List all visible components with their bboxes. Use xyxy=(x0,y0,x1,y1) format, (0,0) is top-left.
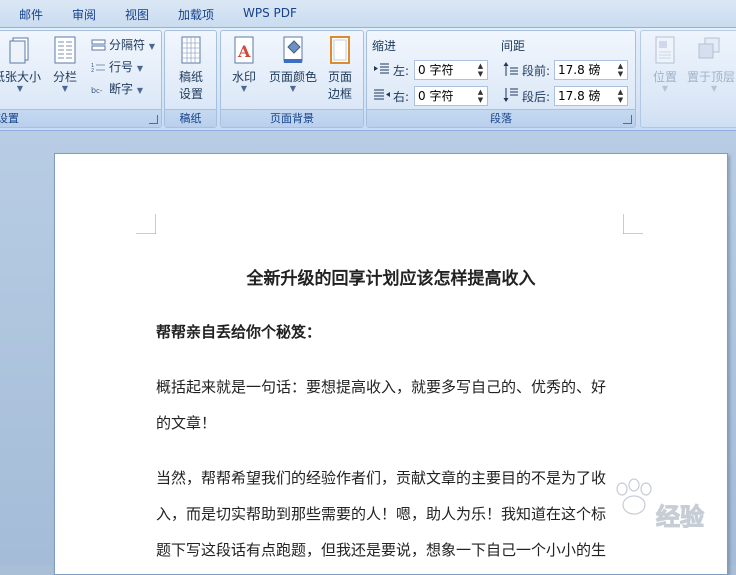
group-title-page-setup: 设置 xyxy=(0,109,161,127)
dialog-launcher-icon[interactable] xyxy=(623,115,632,124)
hyphenation-icon: b c- xyxy=(91,86,103,95)
bring-to-front-button[interactable]: 置于顶层 ▼ xyxy=(687,35,736,93)
spacing-after-field[interactable]: 17.8 磅 ▲ ▼ xyxy=(554,86,628,106)
page-border-label-2: 边框 xyxy=(327,87,352,101)
indent-right-value: 0 字符 xyxy=(418,89,454,103)
margin-corner-mark xyxy=(136,214,156,234)
spinner-icon[interactable]: ▲ ▼ xyxy=(616,62,625,78)
tab-review[interactable]: 审阅 xyxy=(72,6,96,23)
watermark-icon: A xyxy=(234,36,254,64)
separator-button[interactable]: 分隔符 ▼ xyxy=(91,36,155,53)
group-title-paragraph: 段落 xyxy=(367,109,635,127)
paragraph-line: 当然，帮帮希望我们的经验作者们，贡献文章的主要目的不是为了收 xyxy=(156,469,607,487)
group-page-background: A 水印 ▼ 页面颜色 ▼ 页面 边框 页面背景 xyxy=(220,30,364,128)
document-title: 全新升级的回享计划应该怎样提高收入 xyxy=(246,269,536,289)
line-numbers-icon: 12 xyxy=(91,63,105,73)
document-area: 全新升级的回享计划应该怎样提高收入 帮帮亲自丢给你个秘笈： 概括起来就是一句话：… xyxy=(0,131,736,575)
tab-mailings[interactable]: 邮件 xyxy=(19,6,43,23)
group-paragraph: 缩进 左: 0 字符 ▲ ▼ 右: 0 字符 ▲ ▼ 间距 段前: 17.8 磅 ▲… xyxy=(366,30,636,128)
line-numbers-label: 行号 xyxy=(109,60,134,74)
spacing-title: 间距 xyxy=(501,39,526,53)
line-numbers-button[interactable]: 1 2 行号 ▼ xyxy=(91,58,143,75)
indent-left-value: 0 字符 xyxy=(418,63,454,77)
spinner-icon[interactable]: ▲ ▼ xyxy=(616,88,625,104)
chevron-down-icon: ▼ xyxy=(136,86,143,95)
bring-to-front-icon xyxy=(698,37,720,59)
group-title-manuscript: 稿纸 xyxy=(165,109,216,127)
indent-right-label: 右: xyxy=(393,90,410,104)
chevron-down-icon: ▼ xyxy=(661,84,669,93)
group-page-setup: 纸张大小 ▼ 分栏 ▼ 分隔符 ▼ 12 行号 ▼ bc- 断字 ▼ 设置 xyxy=(0,30,162,128)
separator-icon xyxy=(91,39,106,51)
paper-size-button[interactable]: 纸张大小 ▼ xyxy=(0,35,41,93)
hyphenation-label: 断字 xyxy=(109,82,134,96)
page-border-icon xyxy=(330,36,350,64)
ribbon: 纸张大小 ▼ 分栏 ▼ 分隔符 ▼ 12 行号 ▼ bc- 断字 ▼ 设置 xyxy=(0,28,736,131)
group-manuscript: 稿纸 设置 稿纸 xyxy=(164,30,217,128)
chevron-down-icon: ▼ xyxy=(240,84,248,93)
indent-title: 缩进 xyxy=(372,39,397,53)
tab-view[interactable]: 视图 xyxy=(125,6,149,23)
paragraph-line: 入，而是切实帮助到那些需要的人！嗯，助人为乐！我知道在这个标 xyxy=(156,505,607,523)
indent-left-label: 左: xyxy=(393,64,410,78)
chevron-down-icon: ▼ xyxy=(711,84,718,93)
spacing-after-label: 段后: xyxy=(522,90,551,104)
svg-text:A: A xyxy=(237,42,251,61)
watermark-label: 水印 xyxy=(231,70,256,84)
hyphenation-button[interactable]: b c- 断字 ▼ xyxy=(91,80,143,97)
indent-right-field[interactable]: 0 字符 ▲ ▼ xyxy=(414,86,488,106)
manuscript-icon xyxy=(181,36,201,64)
svg-text:c-: c- xyxy=(96,87,103,95)
page-border-button[interactable]: 页面 边框 xyxy=(323,35,357,102)
ribbon-tab-bar: 邮件 审阅 视图 加载项 WPS PDF xyxy=(0,0,736,28)
margin-corner-mark xyxy=(623,214,643,234)
spacing-after-value: 17.8 磅 xyxy=(558,89,601,103)
chevron-down-icon: ▼ xyxy=(16,84,24,93)
group-arrange: 位置 ▼ 置于顶层 ▼ xyxy=(640,30,736,128)
svg-text:2: 2 xyxy=(91,68,94,73)
spacing-after-icon xyxy=(503,88,518,102)
spacing-before-icon xyxy=(503,62,518,76)
indent-right-icon xyxy=(374,89,390,100)
paragraph-line: 的文章！ xyxy=(156,414,217,432)
spinner-icon[interactable]: ▲ ▼ xyxy=(476,88,485,104)
tab-addins[interactable]: 加载项 xyxy=(178,6,214,23)
paragraph-line: 概括起来就是一句话：要想提高收入，就要多写自己的、优秀的、好 xyxy=(156,378,607,396)
chevron-down-icon: ▼ xyxy=(136,64,143,73)
page-color-button[interactable]: 页面颜色 ▼ xyxy=(265,35,321,93)
indent-left-icon xyxy=(374,63,389,74)
position-button[interactable]: 位置 ▼ xyxy=(645,35,685,93)
chevron-down-icon: ▼ xyxy=(148,42,155,51)
spinner-icon[interactable]: ▲ ▼ xyxy=(476,62,485,78)
tab-wps-pdf[interactable]: WPS PDF xyxy=(243,6,297,20)
group-title-page-background: 页面背景 xyxy=(221,109,363,127)
watermark-button[interactable]: A 水印 ▼ xyxy=(225,35,263,93)
paint-bucket-icon xyxy=(283,36,303,63)
spacing-before-field[interactable]: 17.8 磅 ▲ ▼ xyxy=(554,60,628,80)
document-page[interactable]: 全新升级的回享计划应该怎样提高收入 帮帮亲自丢给你个秘笈： 概括起来就是一句话：… xyxy=(54,153,728,575)
position-label: 位置 xyxy=(652,70,677,84)
page-color-label: 页面颜色 xyxy=(268,70,317,84)
columns-label: 分栏 xyxy=(52,70,77,84)
columns-icon xyxy=(54,36,76,64)
paper-size-icon xyxy=(9,37,29,64)
indent-left-field[interactable]: 0 字符 ▲ ▼ xyxy=(414,60,488,80)
page-border-label-1: 页面 xyxy=(327,70,352,84)
bring-to-front-label: 置于顶层 xyxy=(687,70,736,84)
columns-button[interactable]: 分栏 ▼ xyxy=(47,35,83,93)
dialog-launcher-icon[interactable] xyxy=(149,115,158,124)
paper-size-label: 纸张大小 xyxy=(0,70,42,84)
chevron-down-icon: ▼ xyxy=(289,84,297,93)
paragraph-line: 题下写这段话有点跑题，但我还是要说，想象一下自己一个小小的生 xyxy=(156,541,607,559)
spacing-before-value: 17.8 磅 xyxy=(558,63,601,77)
document-heading: 帮帮亲自丢给你个秘笈： xyxy=(156,323,322,341)
chevron-down-icon: ▼ xyxy=(61,84,69,93)
manuscript-label-2: 设置 xyxy=(178,87,203,101)
position-icon xyxy=(655,36,675,64)
manuscript-label-1: 稿纸 xyxy=(178,70,203,84)
separator-label: 分隔符 xyxy=(109,38,146,52)
manuscript-settings-button[interactable]: 稿纸 设置 xyxy=(170,35,212,102)
spacing-before-label: 段前: xyxy=(522,64,551,78)
